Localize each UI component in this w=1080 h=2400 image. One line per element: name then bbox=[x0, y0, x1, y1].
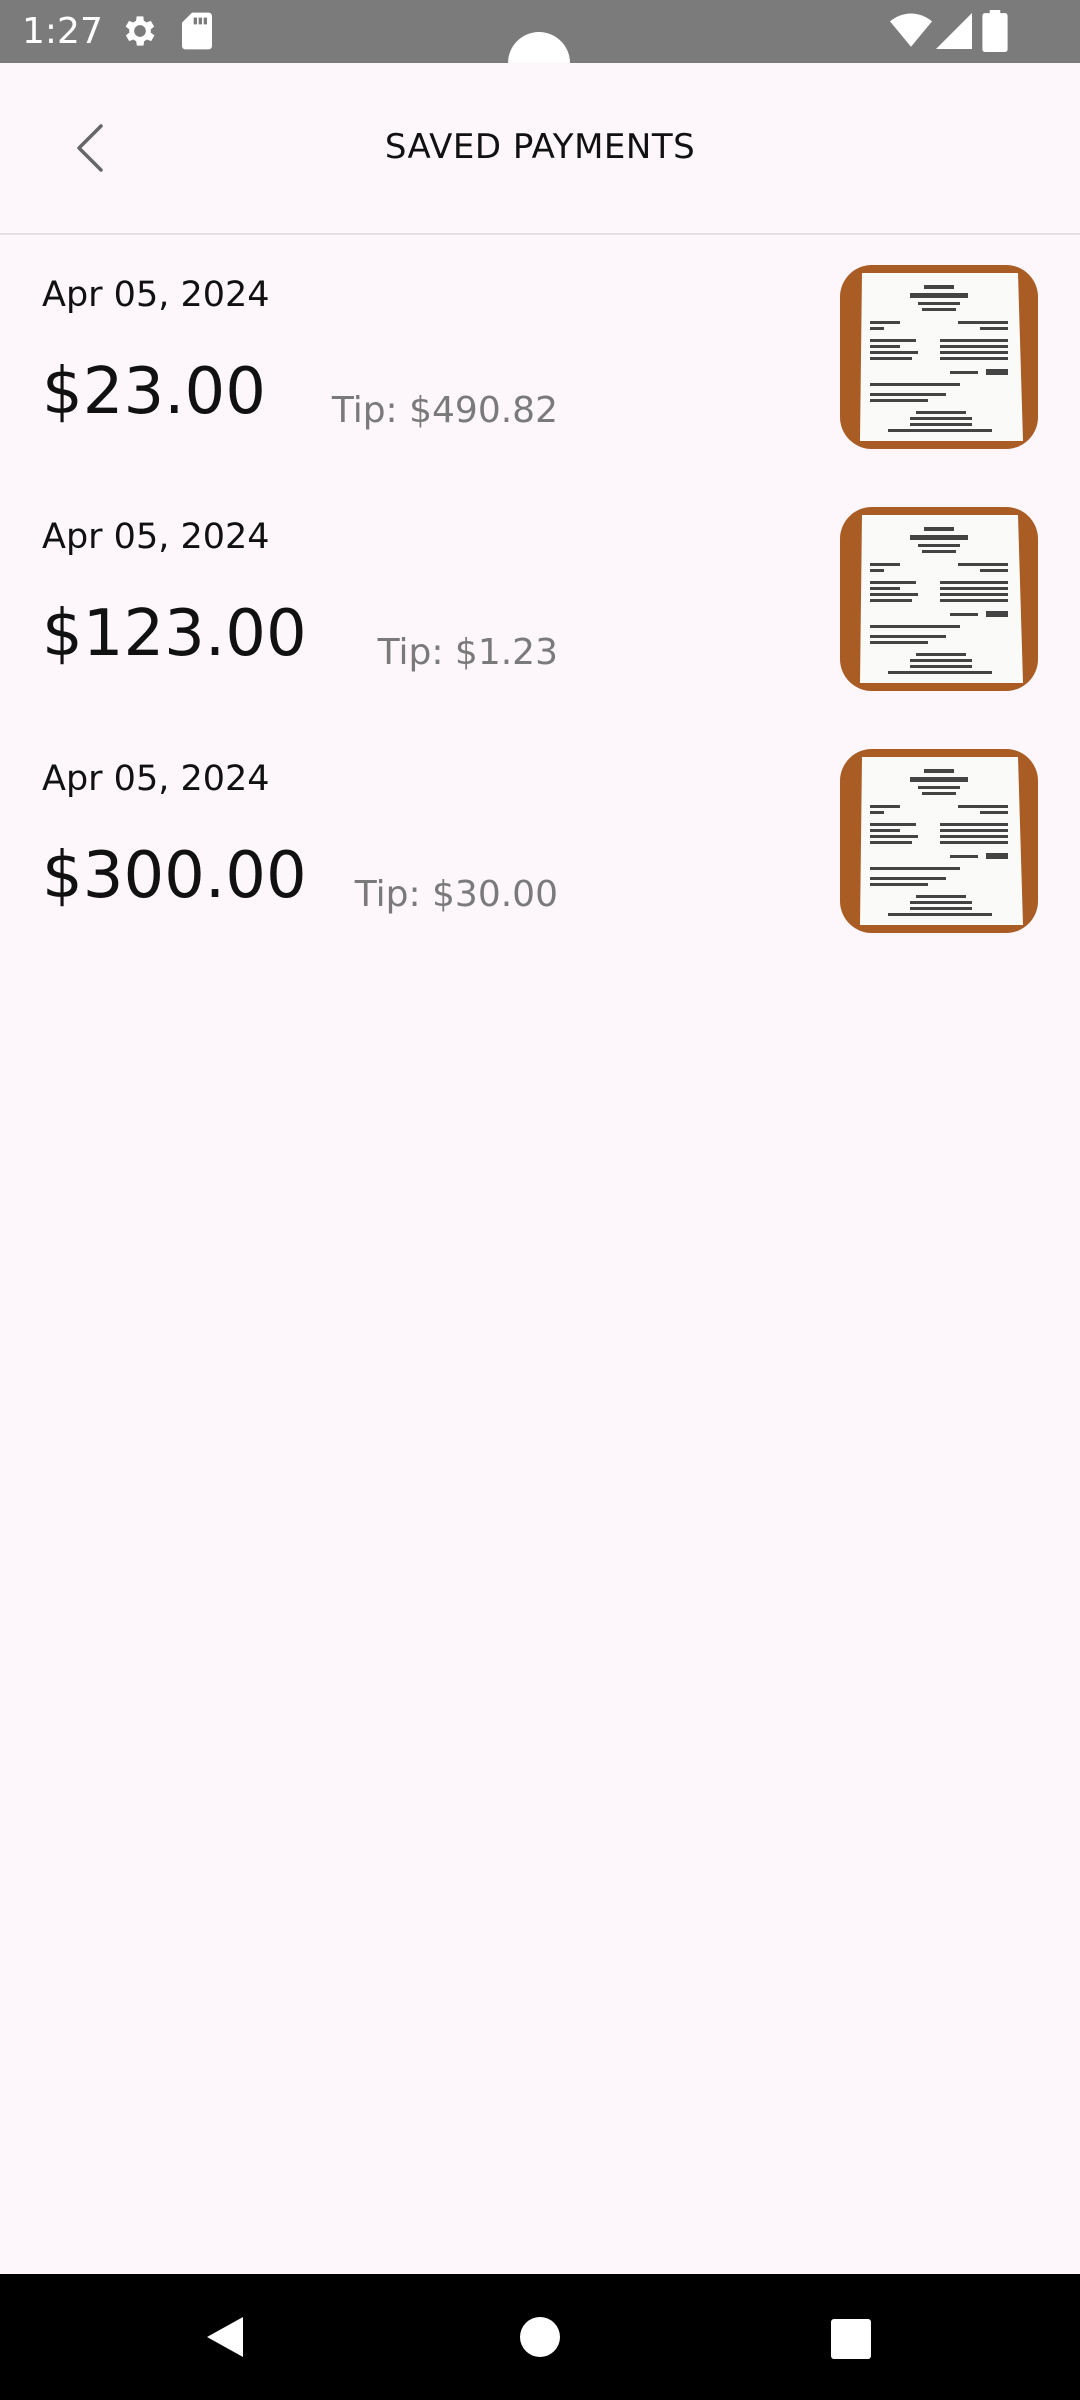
receipt-image bbox=[840, 265, 1038, 449]
payment-date: Apr 05, 2024 bbox=[42, 759, 270, 799]
top-app-bar: SAVED PAYMENTS bbox=[0, 63, 1080, 233]
payment-amount: $23.00 bbox=[42, 355, 266, 429]
signal-icon bbox=[936, 13, 972, 49]
payment-tip: Tip: $1.23 bbox=[377, 632, 558, 673]
list-item[interactable]: Apr 05, 2024 $23.00 Tip: $490.82 bbox=[0, 235, 1080, 477]
payment-date: Apr 05, 2024 bbox=[42, 517, 270, 557]
receipt-image bbox=[840, 507, 1038, 691]
receipt-thumbnail[interactable] bbox=[840, 749, 1038, 933]
receipt-thumbnail[interactable] bbox=[840, 507, 1038, 691]
sd-card-icon bbox=[182, 12, 212, 50]
payment-tip: Tip: $30.00 bbox=[354, 874, 558, 915]
nav-home-icon[interactable] bbox=[520, 2317, 560, 2357]
battery-icon bbox=[982, 10, 1008, 52]
payment-tip: Tip: $490.82 bbox=[331, 390, 558, 431]
nav-recents-icon[interactable] bbox=[831, 2319, 871, 2359]
receipt-thumbnail[interactable] bbox=[840, 265, 1038, 449]
gear-icon bbox=[125, 16, 155, 46]
receipt-image bbox=[840, 749, 1038, 933]
nav-back-icon[interactable] bbox=[203, 2314, 249, 2360]
list-item[interactable]: Apr 05, 2024 $123.00 Tip: $1.23 bbox=[0, 477, 1080, 719]
system-nav-bar bbox=[0, 2274, 1080, 2400]
payment-date: Apr 05, 2024 bbox=[42, 275, 270, 315]
status-time: 1:27 bbox=[22, 11, 103, 52]
payment-amount: $123.00 bbox=[42, 597, 307, 671]
page-title: SAVED PAYMENTS bbox=[384, 127, 696, 167]
payment-amount: $300.00 bbox=[42, 839, 307, 913]
wifi-icon bbox=[890, 13, 932, 47]
list-item[interactable]: Apr 05, 2024 $300.00 Tip: $30.00 bbox=[0, 719, 1080, 961]
payments-list: Apr 05, 2024 $23.00 Tip: $490.82 Apr 05,… bbox=[0, 235, 1080, 961]
